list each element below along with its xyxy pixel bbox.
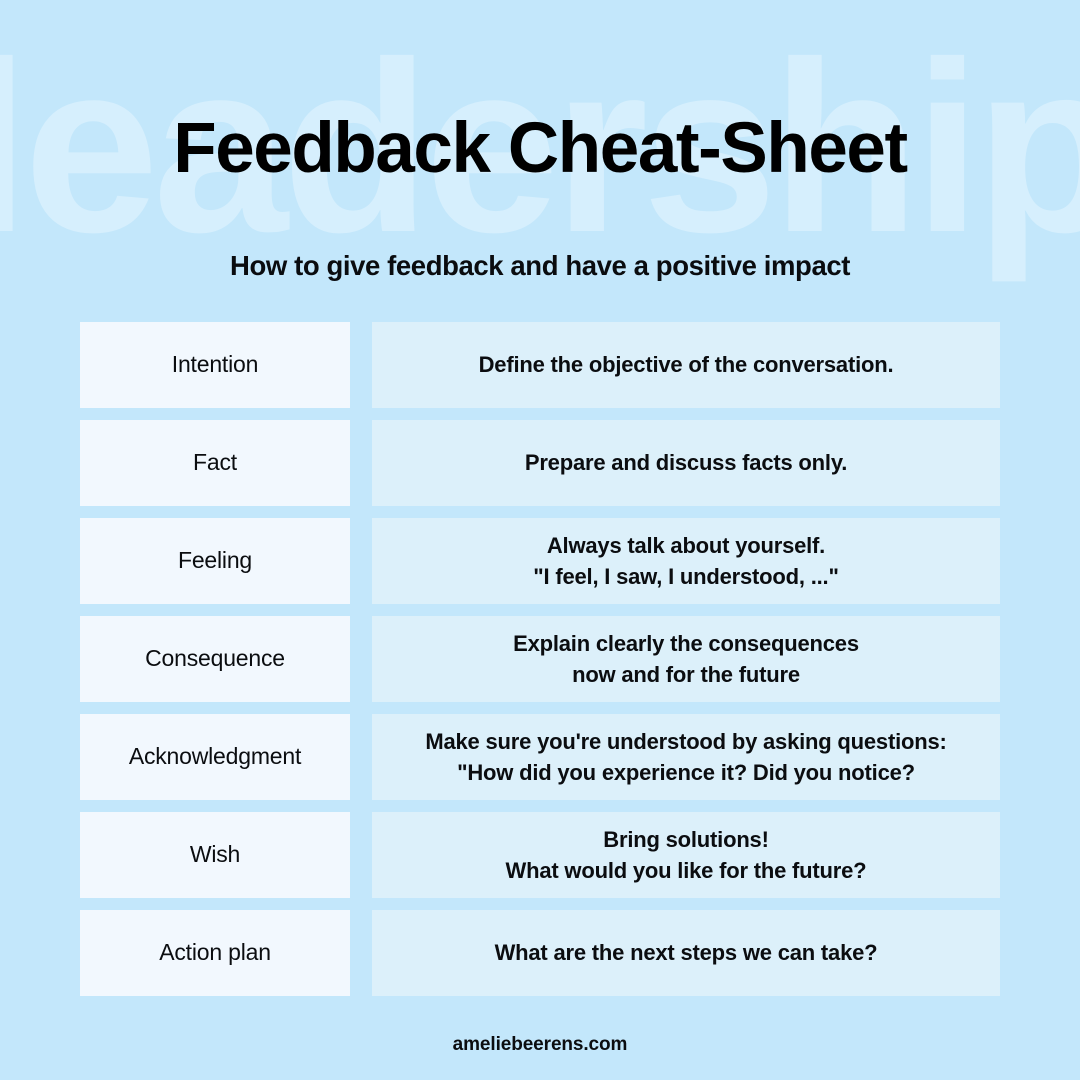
term-cell-acknowledgment: Acknowledgment <box>80 714 350 800</box>
term-cell-intention: Intention <box>80 322 350 408</box>
description-label: Define the objective of the conversation… <box>478 352 894 378</box>
description-label: What are the next steps we can take? <box>494 940 878 966</box>
description-cell-feeling: Always talk about yourself. "I feel, I s… <box>372 518 1000 604</box>
description-cell-wish: Bring solutions! What would you like for… <box>372 812 1000 898</box>
term-label: Action plan <box>159 939 271 966</box>
term-cell-wish: Wish <box>80 812 350 898</box>
description-label: Always talk about yourself. "I feel, I s… <box>533 532 839 589</box>
description-label: Bring solutions! What would you like for… <box>505 826 867 883</box>
table-row: Fact Prepare and discuss facts only. <box>80 420 1000 506</box>
description-label: Explain clearly the consequences now and… <box>513 630 859 687</box>
description-cell-action-plan: What are the next steps we can take? <box>372 910 1000 996</box>
table-row: Wish Bring solutions! What would you lik… <box>80 812 1000 898</box>
table-row: Acknowledgment Make sure you're understo… <box>80 714 1000 800</box>
term-label: Intention <box>171 351 259 378</box>
description-cell-intention: Define the objective of the conversation… <box>372 322 1000 408</box>
term-cell-consequence: Consequence <box>80 616 350 702</box>
website-credit: ameliebeerens.com <box>452 1034 628 1055</box>
description-cell-consequence: Explain clearly the consequences now and… <box>372 616 1000 702</box>
term-label: Wish <box>189 841 241 868</box>
table-row: Consequence Explain clearly the conseque… <box>80 616 1000 702</box>
term-cell-feeling: Feeling <box>80 518 350 604</box>
term-label: Fact <box>193 449 237 476</box>
description-cell-acknowledgment: Make sure you're understood by asking qu… <box>372 714 1000 800</box>
table-row: Action plan What are the next steps we c… <box>80 910 1000 996</box>
term-cell-fact: Fact <box>80 420 350 506</box>
term-label: Consequence <box>145 645 285 672</box>
description-label: Prepare and discuss facts only. <box>524 450 848 476</box>
page-footer: ameliebeerens.com <box>0 1034 1080 1056</box>
page-header: Feedback Cheat-Sheet How to give feedbac… <box>0 0 1080 282</box>
term-label: Acknowledgment <box>128 743 302 770</box>
cheat-sheet-page: Feedback Cheat-Sheet How to give feedbac… <box>0 0 1080 1080</box>
page-subtitle: How to give feedback and have a positive… <box>230 250 850 281</box>
description-cell-fact: Prepare and discuss facts only. <box>372 420 1000 506</box>
term-cell-action-plan: Action plan <box>80 910 350 996</box>
description-label: Make sure you're understood by asking qu… <box>425 728 947 785</box>
page-title: Feedback Cheat-Sheet <box>173 109 908 188</box>
feedback-steps-table: Intention Define the objective of the co… <box>80 322 1000 996</box>
table-row: Intention Define the objective of the co… <box>80 322 1000 408</box>
term-label: Feeling <box>177 547 253 574</box>
table-row: Feeling Always talk about yourself. "I f… <box>80 518 1000 604</box>
